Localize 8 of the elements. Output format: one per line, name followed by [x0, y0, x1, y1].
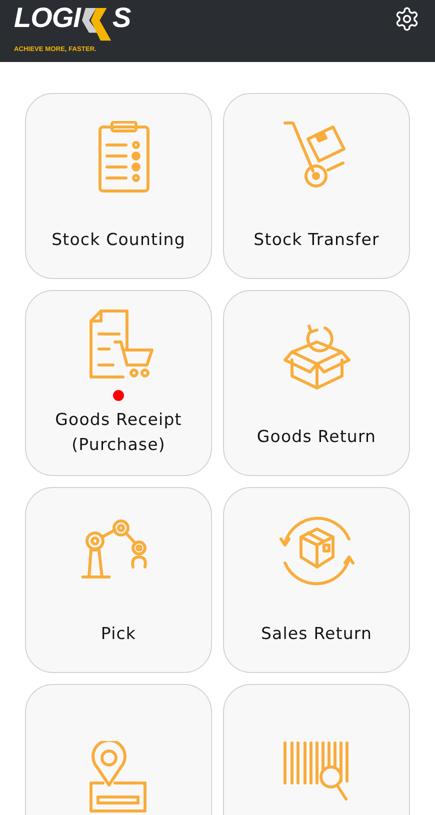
- logo-text: LOGI: [14, 2, 80, 34]
- menu-tile[interactable]: Stock Transfer: [223, 93, 410, 279]
- menu-tile[interactable]: Goods Receipt (Purchase): [25, 290, 212, 476]
- menu-tile[interactable]: Goods Return: [223, 290, 410, 476]
- logo-text: S: [112, 2, 131, 34]
- menu-tile[interactable]: Pick: [25, 487, 212, 673]
- menu-tile[interactable]: Sales Return: [223, 487, 410, 673]
- menu-tile[interactable]: Stock Counting: [25, 93, 212, 279]
